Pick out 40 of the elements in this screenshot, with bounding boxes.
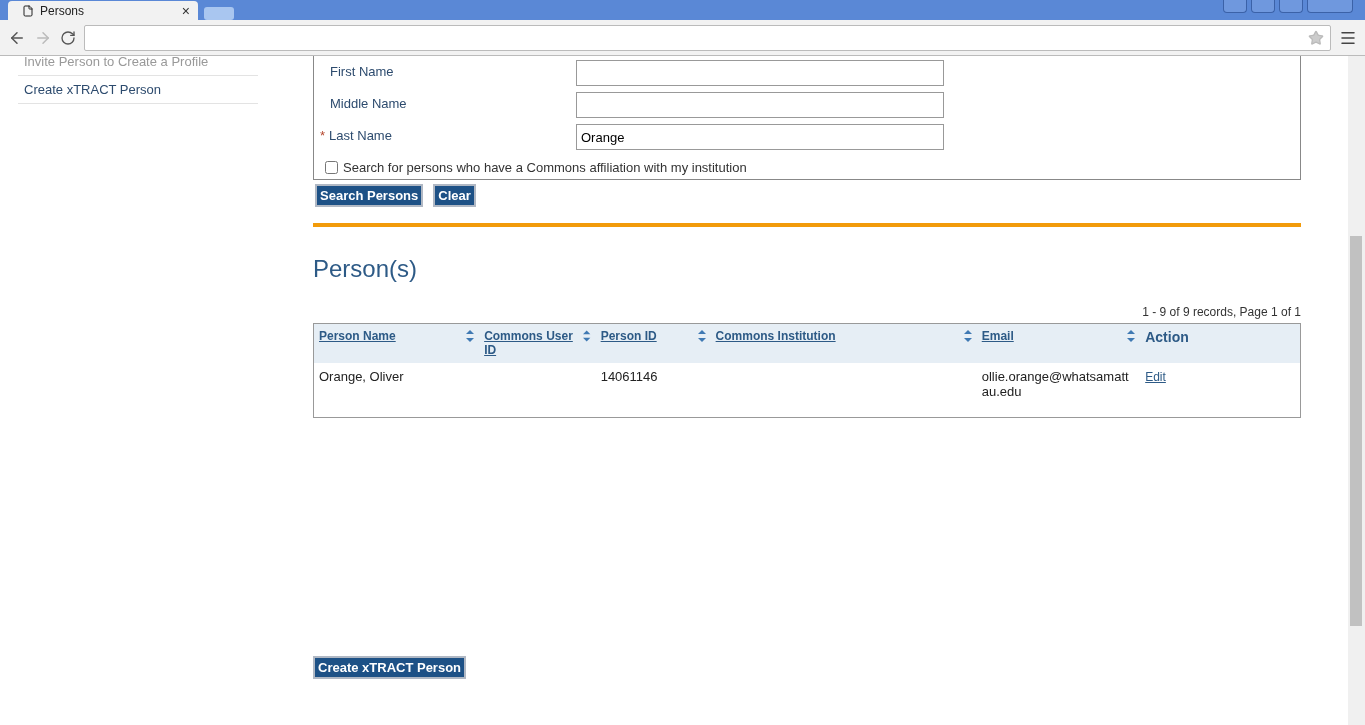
sort-arrows-icon[interactable] [697,329,706,343]
sort-arrows-icon[interactable] [1127,329,1136,343]
form-button[interactable]: Search Persons [315,184,424,207]
section-title: Person(s) [313,255,419,283]
field-label: First Name [329,64,395,79]
create-person-button[interactable]: Create xTRACT Person [313,656,467,679]
table-cell: 14061146 [600,369,658,384]
tab-close-button[interactable]: × [181,2,190,19]
table-cell: ollie.orange@whatsamattau.edu [981,369,1129,399]
field-label: * Last Name [320,128,393,143]
restore-button[interactable] [1279,0,1303,13]
pager-text: 1 - 9 of 9 records, Page 1 of 1 [1141,305,1301,319]
scrollbar[interactable] [1348,56,1365,725]
table-cell: Orange, Oliver [319,369,404,384]
star-icon[interactable] [1308,29,1324,46]
reload-icon[interactable] [60,29,76,46]
column-header-link[interactable]: Email [981,329,1014,343]
sort-arrows-icon[interactable] [583,329,591,343]
text-field[interactable] [576,92,944,118]
page-icon [22,4,34,17]
sidebar-link[interactable]: Create xTRACT Person [18,76,258,104]
scroll-thumb[interactable] [1350,236,1362,626]
checkbox-label: Search for persons who have a Commons affiliation with my institution [343,160,747,175]
browser-tab[interactable]: Persons × [8,1,198,20]
column-header-link[interactable]: Person Name [319,329,396,343]
address-bar[interactable] [84,24,1331,51]
column-header-link[interactable]: Person ID [600,329,657,343]
field-label: Middle Name [329,96,408,111]
minimize-button[interactable] [1251,0,1275,13]
close-button[interactable] [1307,0,1353,13]
column-header: Action [1145,329,1189,345]
user-button[interactable] [1223,0,1247,13]
column-header-link[interactable]: Commons Institution [715,329,836,343]
sort-arrows-icon[interactable] [466,329,475,343]
edit-link[interactable]: Edit [1145,370,1166,384]
text-field[interactable] [576,60,944,86]
form-button[interactable]: Clear [433,184,476,207]
sort-arrows-icon[interactable] [963,329,972,343]
text-field[interactable]: Orange [576,124,944,150]
checkbox[interactable] [325,161,338,174]
